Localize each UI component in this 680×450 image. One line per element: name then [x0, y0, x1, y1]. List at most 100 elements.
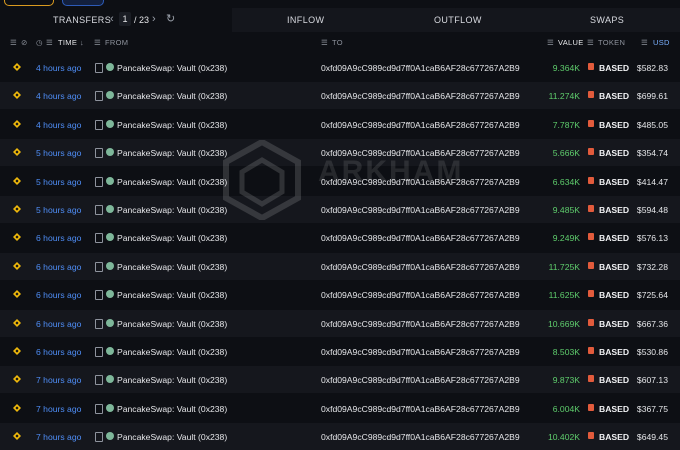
document-icon[interactable]	[95, 347, 103, 357]
token-symbol[interactable]: BASED	[599, 404, 629, 414]
document-icon[interactable]	[95, 290, 103, 301]
document-icon[interactable]	[95, 261, 103, 272]
from-entity[interactable]: PancakeSwap: Vault (0x238)	[117, 375, 227, 385]
tab-transfers[interactable]: TRANSFERS ‹ 1 / 23 › ↻	[0, 8, 232, 32]
time-link[interactable]: 6 hours ago	[36, 233, 81, 243]
time-link[interactable]: 6 hours ago	[36, 347, 81, 357]
table-row[interactable]: 4 hours ago PancakeSwap: Vault (0x238) 0xf…	[0, 111, 680, 138]
to-address[interactable]: 0xfd09A9cC989cd9d7ff0A1caB6AF28c677267A2…	[321, 91, 520, 101]
tab-inflow[interactable]: INFLOW	[232, 8, 376, 32]
from-entity[interactable]: PancakeSwap: Vault (0x238)	[117, 177, 227, 187]
time-link[interactable]: 6 hours ago	[36, 290, 81, 300]
from-entity[interactable]: PancakeSwap: Vault (0x238)	[117, 347, 227, 357]
filter-value-icon[interactable]: ☰	[547, 38, 554, 47]
table-row[interactable]: 6 hours ago PancakeSwap: Vault (0x238) 0xf…	[0, 338, 680, 365]
table-row[interactable]: 5 hours ago PancakeSwap: Vault (0x238) 0xf…	[0, 196, 680, 223]
from-entity[interactable]: PancakeSwap: Vault (0x238)	[117, 120, 227, 130]
token-symbol[interactable]: BASED	[599, 290, 629, 300]
document-icon[interactable]	[95, 176, 103, 187]
time-link[interactable]: 7 hours ago	[36, 404, 81, 414]
from-entity[interactable]: PancakeSwap: Vault (0x238)	[117, 290, 227, 300]
col-usd[interactable]: USD	[653, 38, 670, 47]
document-icon[interactable]	[95, 318, 103, 329]
table-row[interactable]: 6 hours ago PancakeSwap: Vault (0x238) 0xf…	[0, 309, 680, 337]
document-icon[interactable]	[95, 91, 103, 102]
time-link[interactable]: 7 hours ago	[36, 432, 81, 442]
table-row[interactable]: 6 hours ago PancakeSwap: Vault (0x238) 0xf…	[0, 252, 680, 280]
to-address[interactable]: 0xfd09A9cC989cd9d7ff0A1caB6AF28c677267A2…	[321, 432, 520, 442]
document-icon[interactable]	[95, 375, 103, 386]
next-page-icon[interactable]: ›	[152, 13, 156, 25]
time-link[interactable]: 4 hours ago	[36, 120, 81, 130]
table-row[interactable]: 4 hours ago PancakeSwap: Vault (0x238) 0xf…	[0, 54, 680, 81]
filter-usd-icon[interactable]: ☰	[641, 38, 648, 47]
to-address[interactable]: 0xfd09A9cC989cd9d7ff0A1caB6AF28c677267A2…	[321, 319, 520, 329]
token-symbol[interactable]: BASED	[599, 347, 629, 357]
from-entity[interactable]: PancakeSwap: Vault (0x238)	[117, 404, 227, 414]
col-from[interactable]: FROM	[105, 38, 128, 47]
sort-time-icon[interactable]: ☰	[46, 38, 53, 47]
filter-to-icon[interactable]: ☰	[321, 38, 328, 47]
token-symbol[interactable]: BASED	[599, 177, 629, 187]
to-address[interactable]: 0xfd09A9cC989cd9d7ff0A1caB6AF28c677267A2…	[321, 233, 520, 243]
top-pill-button-blue[interactable]	[62, 0, 104, 6]
from-entity[interactable]: PancakeSwap: Vault (0x238)	[117, 319, 227, 329]
col-token[interactable]: TOKEN	[598, 38, 625, 47]
token-symbol[interactable]: BASED	[599, 432, 629, 442]
sort-arrow-icon[interactable]: ↓	[80, 38, 84, 47]
top-pill-button[interactable]	[4, 0, 54, 6]
token-symbol[interactable]: BASED	[599, 91, 629, 101]
from-entity[interactable]: PancakeSwap: Vault (0x238)	[117, 432, 227, 442]
time-link[interactable]: 4 hours ago	[36, 63, 81, 73]
to-address[interactable]: 0xfd09A9cC989cd9d7ff0A1caB6AF28c677267A2…	[321, 290, 520, 300]
token-symbol[interactable]: BASED	[599, 233, 629, 243]
table-row[interactable]: 7 hours ago PancakeSwap: Vault (0x238) 0xf…	[0, 366, 680, 394]
token-symbol[interactable]: BASED	[599, 319, 629, 329]
to-address[interactable]: 0xfd09A9cC989cd9d7ff0A1caB6AF28c677267A2…	[321, 63, 520, 73]
document-icon[interactable]	[95, 148, 103, 159]
to-address[interactable]: 0xfd09A9cC989cd9d7ff0A1caB6AF28c677267A2…	[321, 375, 520, 385]
table-row[interactable]: 4 hours ago PancakeSwap: Vault (0x238) 0xf…	[0, 82, 680, 110]
time-link[interactable]: 6 hours ago	[36, 319, 81, 329]
tab-swaps[interactable]: SWAPS	[532, 8, 680, 32]
token-symbol[interactable]: BASED	[599, 63, 629, 73]
from-entity[interactable]: PancakeSwap: Vault (0x238)	[117, 148, 227, 158]
to-address[interactable]: 0xfd09A9cC989cd9d7ff0A1caB6AF28c677267A2…	[321, 404, 520, 414]
document-icon[interactable]	[95, 205, 103, 215]
prev-page-icon[interactable]: ‹	[110, 13, 114, 25]
table-row[interactable]: 6 hours ago PancakeSwap: Vault (0x238) 0xf…	[0, 281, 680, 308]
clock-icon[interactable]: ◷	[36, 38, 43, 47]
from-entity[interactable]: PancakeSwap: Vault (0x238)	[117, 63, 227, 73]
col-time[interactable]: TIME	[58, 38, 77, 47]
page-input[interactable]: 1	[119, 12, 131, 26]
document-icon[interactable]	[95, 403, 103, 414]
from-entity[interactable]: PancakeSwap: Vault (0x238)	[117, 262, 227, 272]
table-row[interactable]: 6 hours ago PancakeSwap: Vault (0x238) 0xf…	[0, 224, 680, 251]
col-to[interactable]: TO	[332, 38, 343, 47]
refresh-icon[interactable]: ↻	[166, 12, 175, 25]
link-icon[interactable]: ⊘	[21, 38, 28, 47]
to-address[interactable]: 0xfd09A9cC989cd9d7ff0A1caB6AF28c677267A2…	[321, 120, 520, 130]
filter-from-icon[interactable]: ☰	[94, 38, 101, 47]
to-address[interactable]: 0xfd09A9cC989cd9d7ff0A1caB6AF28c677267A2…	[321, 262, 520, 272]
to-address[interactable]: 0xfd09A9cC989cd9d7ff0A1caB6AF28c677267A2…	[321, 347, 520, 357]
document-icon[interactable]	[95, 233, 103, 244]
col-value[interactable]: VALUE	[558, 38, 584, 47]
time-link[interactable]: 7 hours ago	[36, 375, 81, 385]
document-icon[interactable]	[95, 63, 103, 73]
time-link[interactable]: 5 hours ago	[36, 148, 81, 158]
tab-outflow[interactable]: OUTFLOW	[376, 8, 532, 32]
token-symbol[interactable]: BASED	[599, 120, 629, 130]
time-link[interactable]: 5 hours ago	[36, 177, 81, 187]
filter-token-icon[interactable]: ☰	[587, 38, 594, 47]
to-address[interactable]: 0xfd09A9cC989cd9d7ff0A1caB6AF28c677267A2…	[321, 205, 520, 215]
token-symbol[interactable]: BASED	[599, 148, 629, 158]
token-symbol[interactable]: BASED	[599, 262, 629, 272]
from-entity[interactable]: PancakeSwap: Vault (0x238)	[117, 205, 227, 215]
time-link[interactable]: 5 hours ago	[36, 205, 81, 215]
table-row[interactable]: 7 hours ago PancakeSwap: Vault (0x238) 0xf…	[0, 395, 680, 422]
document-icon[interactable]	[95, 432, 103, 443]
token-symbol[interactable]: BASED	[599, 205, 629, 215]
from-entity[interactable]: PancakeSwap: Vault (0x238)	[117, 91, 227, 101]
from-entity[interactable]: PancakeSwap: Vault (0x238)	[117, 233, 227, 243]
